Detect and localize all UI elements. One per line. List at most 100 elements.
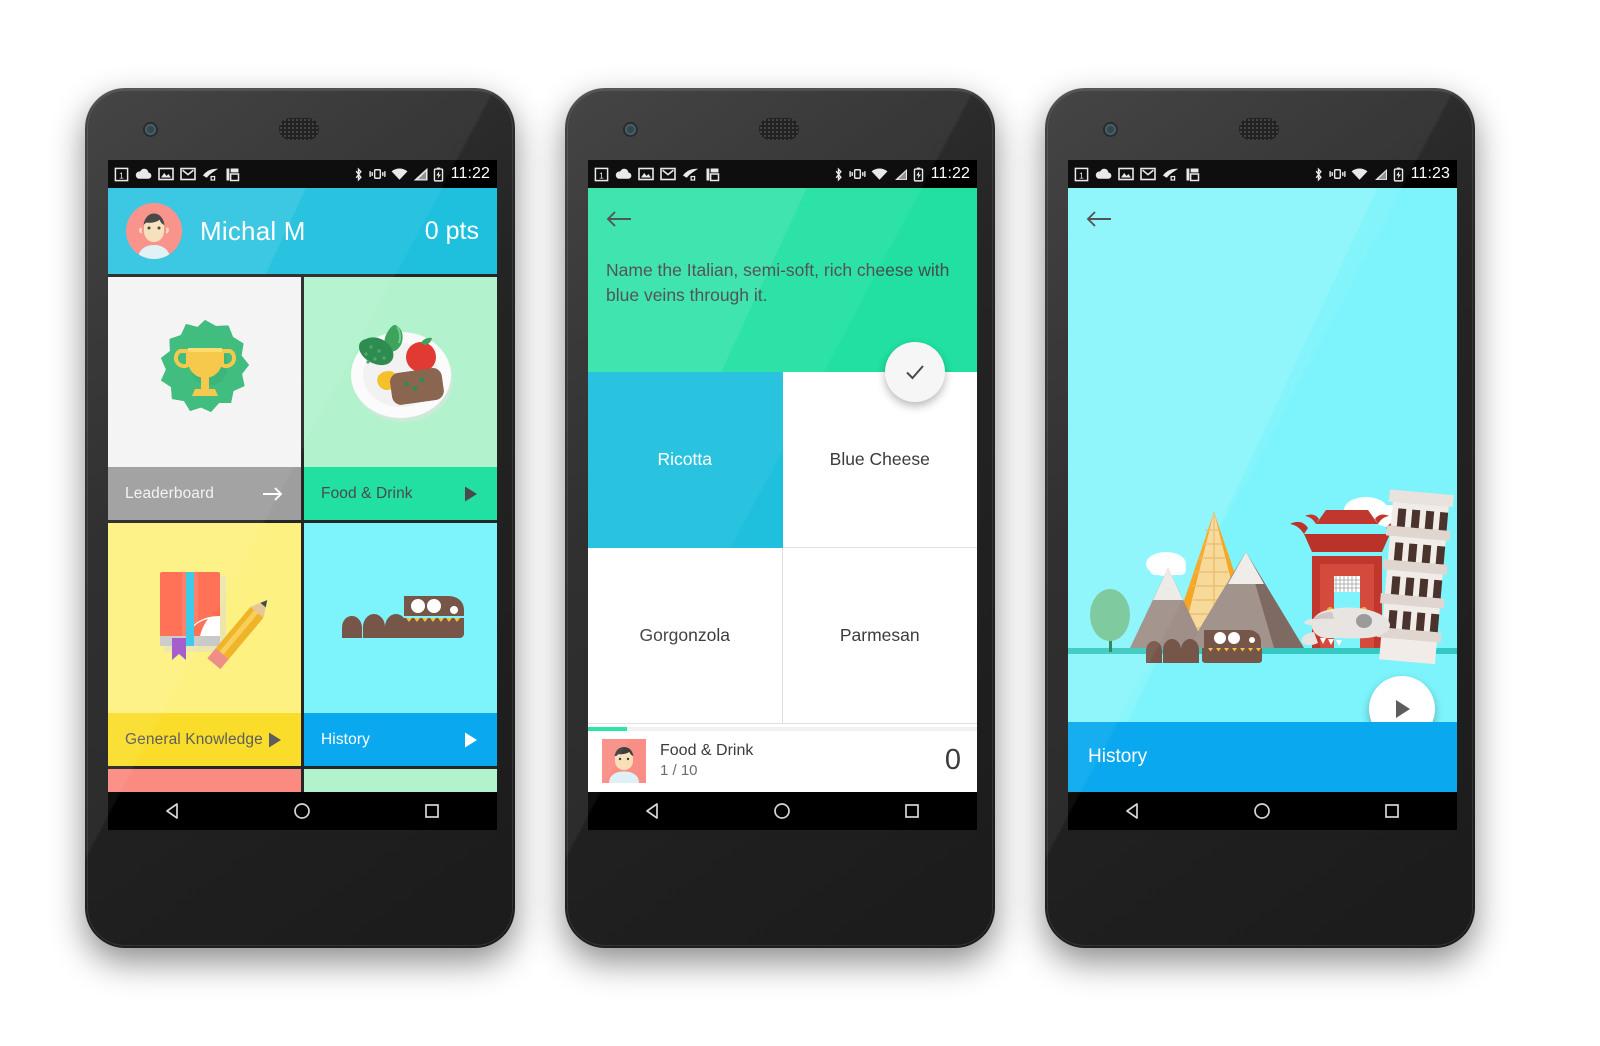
bluetooth-icon bbox=[833, 167, 844, 182]
quiz-question-counter: 1 / 10 bbox=[660, 762, 698, 779]
question-text: Name the Italian, semi-soft, rich cheese… bbox=[606, 260, 950, 306]
bluetooth-icon bbox=[1313, 167, 1324, 182]
tile-general-knowledge-label: General Knowledge bbox=[125, 730, 263, 748]
tile-partial-right[interactable] bbox=[304, 769, 497, 792]
recents-square-icon[interactable] bbox=[892, 801, 932, 821]
back-triangle-icon[interactable] bbox=[153, 801, 193, 821]
calendar-icon: 1 bbox=[114, 167, 129, 182]
cloud-upload-icon bbox=[135, 167, 152, 181]
home-circle-icon[interactable] bbox=[282, 801, 322, 821]
answer-option-1[interactable]: Ricotta bbox=[588, 372, 783, 548]
category-footer: History bbox=[1068, 722, 1457, 792]
earpiece-speaker bbox=[279, 118, 319, 140]
phone-device-3: 1 11:23 History bbox=[1045, 88, 1475, 948]
phone-device-1: 1 11:22 Michal M 0 pts Leaderboard Food … bbox=[85, 88, 515, 948]
sensor-array bbox=[1381, 128, 1427, 134]
vibrate-icon bbox=[369, 167, 386, 181]
wifi-icon bbox=[871, 168, 888, 181]
gmail-icon bbox=[180, 167, 196, 181]
battery-charging-icon bbox=[1393, 167, 1404, 182]
feed-icon bbox=[202, 167, 219, 182]
confirm-answer-button[interactable] bbox=[885, 342, 945, 402]
tile-history-label: History bbox=[321, 730, 370, 748]
photo-icon bbox=[1118, 167, 1134, 181]
tile-leaderboard-bar[interactable]: Leaderboard bbox=[108, 467, 301, 520]
feed-icon bbox=[1162, 167, 1179, 182]
dinosaur-train-icon bbox=[304, 523, 497, 713]
front-camera-icon bbox=[145, 124, 156, 135]
book-and-pencil-icon bbox=[108, 523, 301, 713]
arrow-left-icon bbox=[606, 211, 631, 227]
battery-charging-icon bbox=[913, 167, 924, 182]
status-icons-left: 1 bbox=[594, 167, 720, 182]
status-bar-3: 1 11:23 bbox=[1068, 160, 1457, 188]
signal-icon bbox=[893, 168, 908, 181]
screenshot-stage: 1 11:22 Michal M 0 pts Leaderboard Food … bbox=[0, 0, 1600, 1046]
earpiece-speaker bbox=[759, 118, 799, 140]
category-splash-screen: History bbox=[1068, 188, 1457, 792]
plate-of-food-icon bbox=[304, 277, 497, 467]
cloud-upload-icon bbox=[1095, 167, 1112, 181]
front-camera-icon bbox=[625, 124, 636, 135]
front-camera-icon bbox=[1105, 124, 1116, 135]
play-triangle-icon bbox=[462, 485, 480, 503]
answer-options: Ricotta Blue Cheese Gorgonzola Parmesan bbox=[588, 372, 977, 724]
calendar-icon: 1 bbox=[594, 167, 609, 182]
recents-square-icon[interactable] bbox=[412, 801, 452, 821]
back-button[interactable] bbox=[606, 204, 636, 234]
layers-icon bbox=[1185, 167, 1200, 182]
signal-icon bbox=[1373, 168, 1388, 181]
gmail-icon bbox=[660, 167, 676, 181]
tile-general-knowledge-bar[interactable]: General Knowledge bbox=[108, 713, 301, 766]
sensor-array bbox=[901, 128, 947, 134]
question-screen: Name the Italian, semi-soft, rich cheese… bbox=[588, 188, 977, 792]
answer-option-4[interactable]: Parmesan bbox=[782, 548, 977, 724]
status-bar-2: 1 11:22 bbox=[588, 160, 977, 188]
android-nav-bar-2 bbox=[588, 792, 977, 830]
earpiece-speaker bbox=[1239, 118, 1279, 140]
tile-partial-left[interactable] bbox=[108, 769, 301, 792]
play-triangle-icon bbox=[266, 731, 284, 749]
phone-3-screen: 1 11:23 History bbox=[1068, 160, 1457, 830]
arrow-right-icon bbox=[262, 486, 284, 502]
tile-history[interactable]: History bbox=[304, 523, 497, 766]
status-icons-left: 1 bbox=[114, 167, 240, 182]
back-triangle-icon[interactable] bbox=[633, 801, 673, 821]
tile-general-knowledge[interactable]: General Knowledge bbox=[108, 523, 301, 766]
back-button[interactable] bbox=[1086, 204, 1116, 234]
vibrate-icon bbox=[849, 167, 866, 181]
status-icons-right: 11:23 bbox=[1313, 165, 1450, 183]
tile-leaderboard[interactable]: Leaderboard bbox=[108, 277, 301, 520]
back-triangle-icon[interactable] bbox=[1113, 801, 1153, 821]
svg-text:1: 1 bbox=[119, 170, 124, 180]
quiz-progress-bar bbox=[588, 727, 977, 731]
status-time: 11:23 bbox=[1410, 165, 1450, 182]
sensor-array bbox=[421, 128, 467, 134]
phone-device-2: 1 11:22 Name the Italian, semi-soft, ric… bbox=[565, 88, 995, 948]
signal-icon bbox=[413, 167, 428, 181]
wifi-icon bbox=[391, 168, 408, 181]
phone-2-screen: 1 11:22 Name the Italian, semi-soft, ric… bbox=[588, 160, 977, 830]
home-circle-icon[interactable] bbox=[762, 801, 802, 821]
cloud-upload-icon bbox=[615, 167, 632, 181]
status-time: 11:22 bbox=[930, 165, 970, 182]
tile-food-and-drink-bar[interactable]: Food & Drink bbox=[304, 467, 497, 520]
photo-icon bbox=[158, 167, 174, 181]
quiz-footer: Food & Drink 1 / 10 0 bbox=[588, 727, 977, 792]
tile-history-bar[interactable]: History bbox=[304, 713, 497, 766]
status-icons-right: 11:22 bbox=[833, 165, 970, 183]
answer-option-3[interactable]: Gorgonzola bbox=[588, 548, 783, 724]
avatar bbox=[126, 203, 182, 259]
svg-text:1: 1 bbox=[599, 170, 604, 180]
check-icon bbox=[906, 365, 924, 380]
status-icons-right: 11:22 bbox=[353, 165, 490, 183]
status-icons-left: 1 bbox=[1074, 167, 1200, 182]
layers-icon bbox=[705, 167, 720, 182]
tile-food-and-drink[interactable]: Food & Drink bbox=[304, 277, 497, 520]
home-circle-icon[interactable] bbox=[1242, 801, 1282, 821]
wifi-icon bbox=[1351, 168, 1368, 181]
profile-header[interactable]: Michal M 0 pts bbox=[108, 188, 497, 274]
recents-square-icon[interactable] bbox=[1372, 801, 1412, 821]
calendar-icon: 1 bbox=[1074, 167, 1089, 182]
answer-option-2[interactable]: Blue Cheese bbox=[782, 372, 977, 548]
